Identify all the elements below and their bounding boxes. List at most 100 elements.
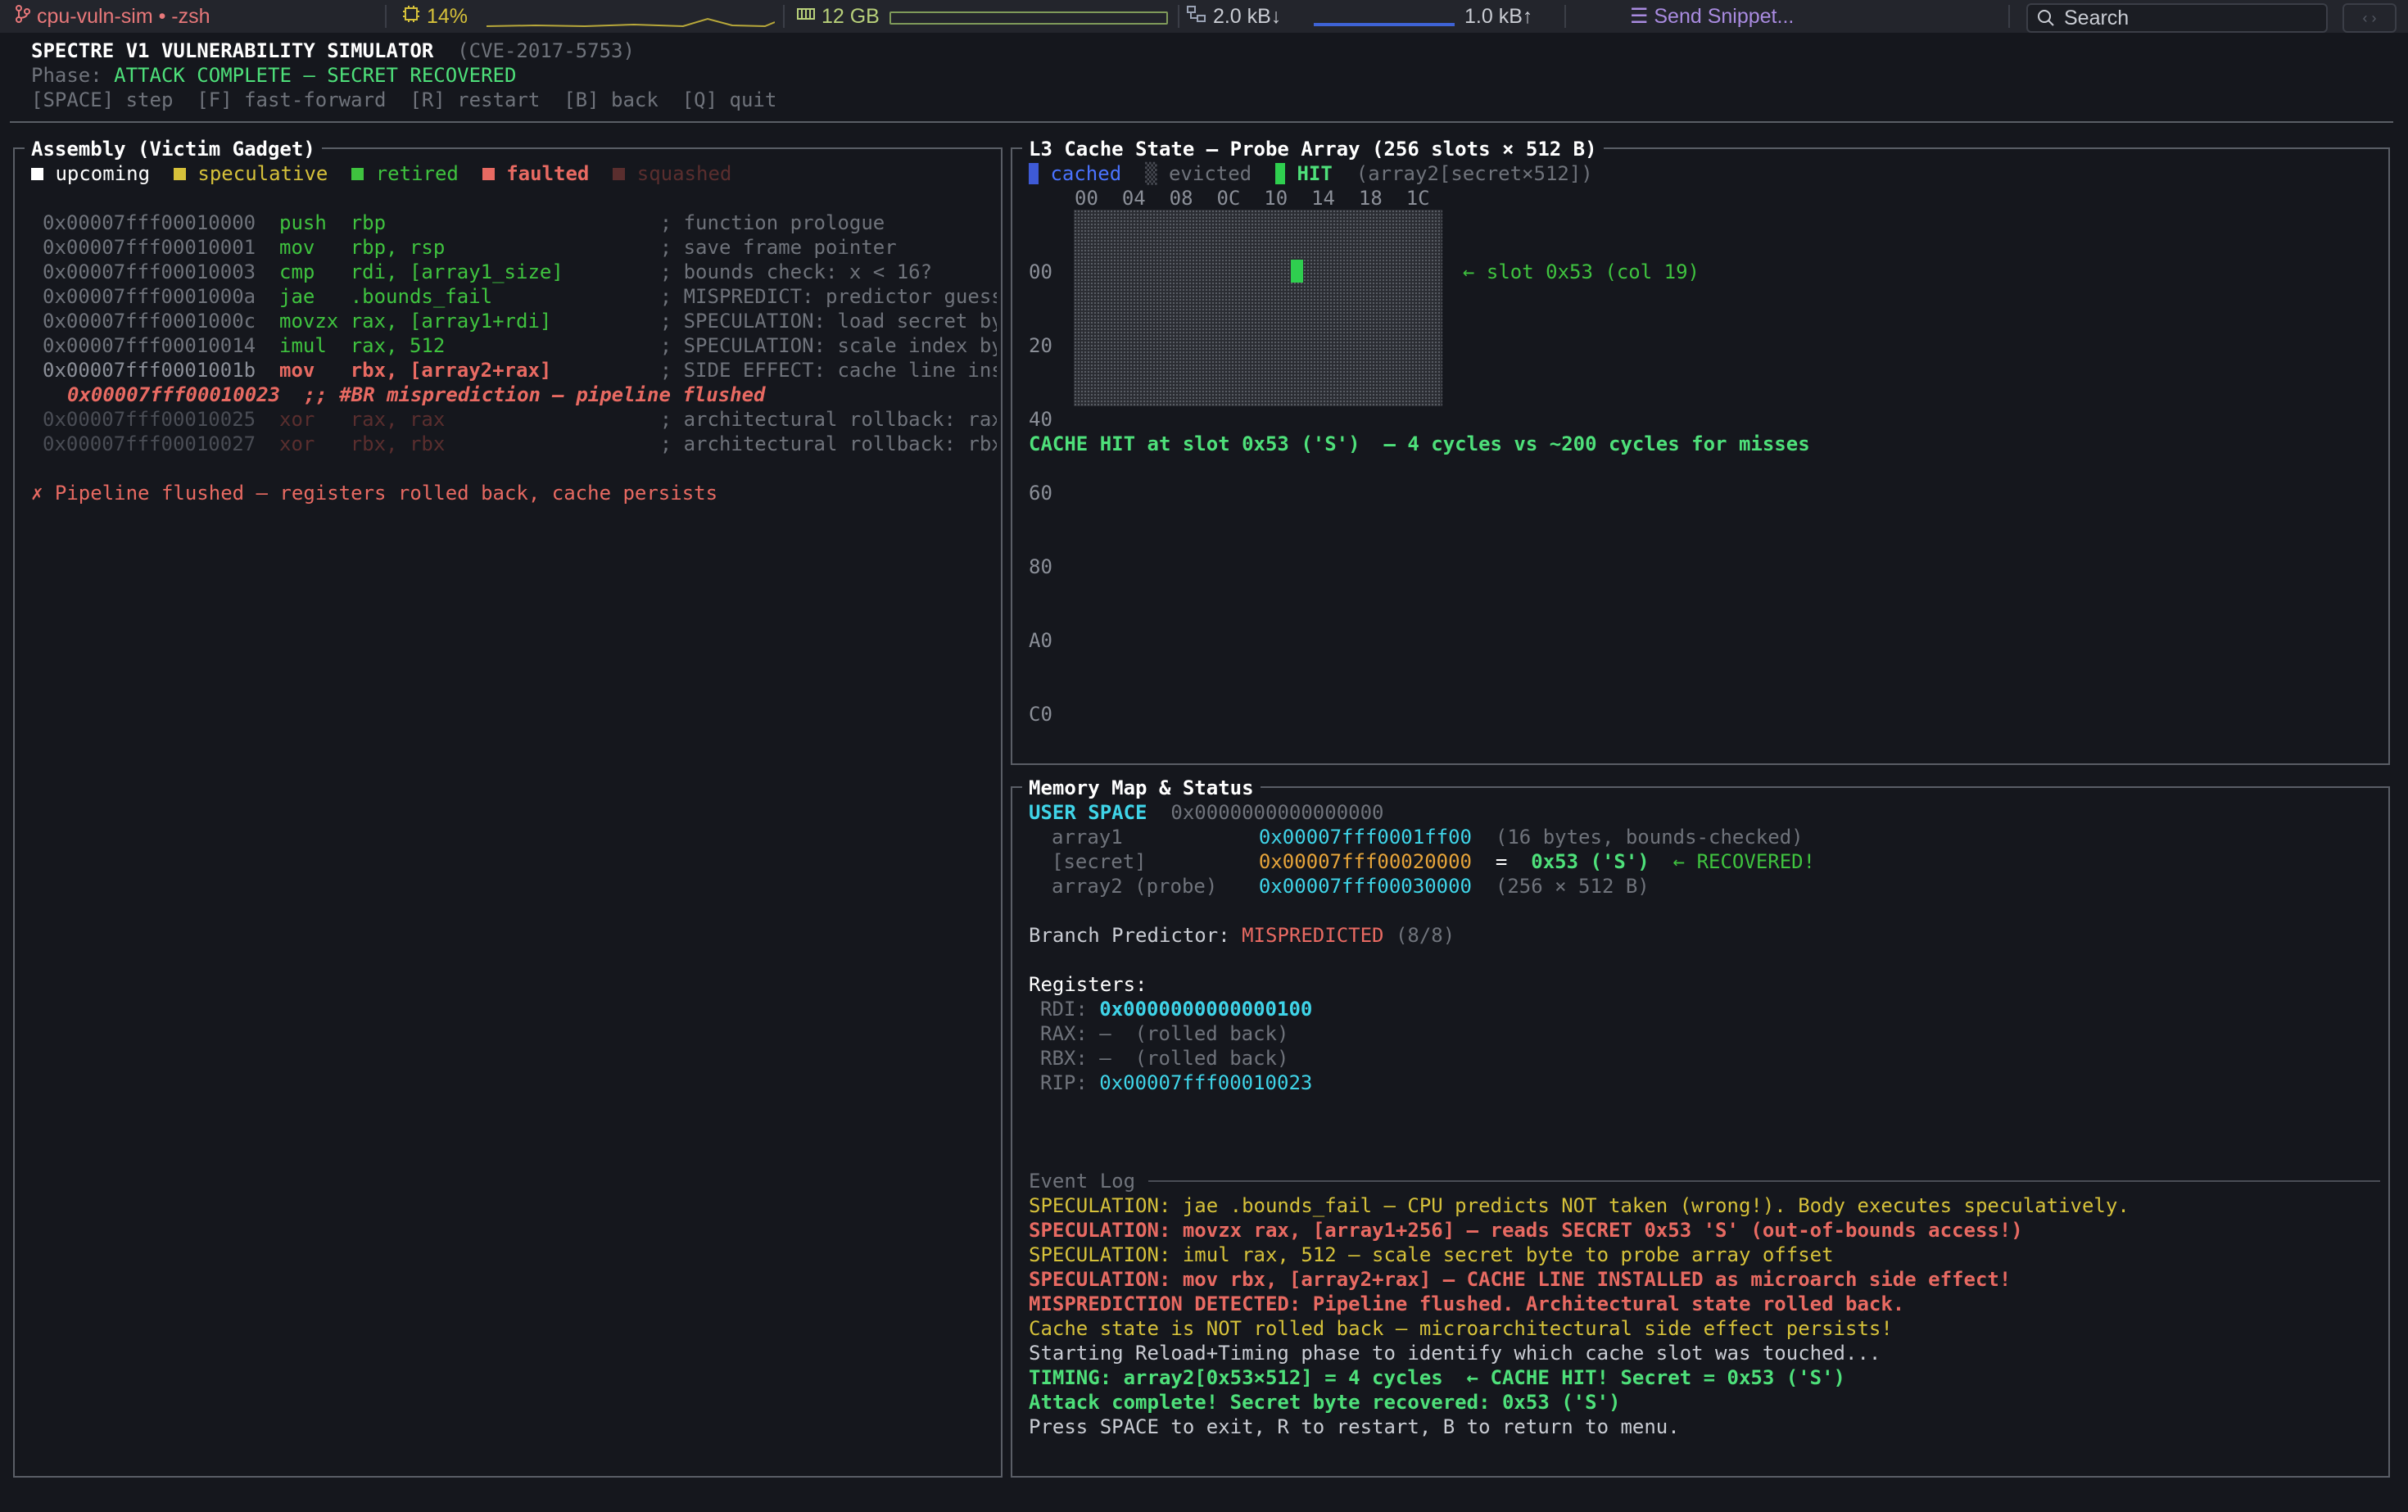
memory-title: Memory Map & Status: [1022, 776, 1261, 800]
memory-icon: [796, 1, 816, 34]
event-entry: Press SPACE to exit, R to restart, B to …: [1029, 1415, 1680, 1438]
menu-icon: ☰: [1630, 5, 1649, 28]
event-log-divider: [1148, 1180, 2380, 1182]
network-meter: 2.0 kB↓: [1186, 0, 1281, 33]
pane-nav-arrows[interactable]: ‹ ›: [2342, 3, 2397, 33]
cpu-icon: [401, 1, 421, 34]
register-rip: RIP: 0x00007fff00010023: [1040, 1071, 1313, 1094]
header-divider: [10, 121, 2393, 123]
user-space-addr: 0x0000000000000000: [1170, 801, 1384, 824]
col-header: 04: [1121, 187, 1146, 210]
assembly-listing: 0x00007fff00010000 push rbp; function pr…: [43, 211, 997, 456]
col-header: 1C: [1405, 187, 1430, 210]
fault-line: 0x00007fff00010023 ;; #BR misprediction …: [67, 383, 766, 406]
cpu-value: 14%: [426, 5, 468, 28]
cache-grid-evicted: [1074, 210, 1442, 406]
col-header: 10: [1264, 187, 1288, 210]
event-entry: Attack complete! Secret byte recovered: …: [1029, 1391, 1621, 1414]
phase-line: Phase: ATTACK COMPLETE — SECRET RECOVERE…: [31, 63, 516, 88]
branch-status: MISPREDICTED: [1242, 924, 1384, 947]
legend-evicted: ▒ evicted: [1145, 162, 1252, 185]
memory-bar: [889, 11, 1168, 25]
row-header: 20: [1029, 334, 1052, 357]
instruction-row[interactable]: 0x00007fff00010014 imul rax, 512; SPECUL…: [43, 333, 997, 358]
memory-entry-secret: [secret] 0x00007fff00020000 = 0x53 ('S')…: [1052, 850, 1816, 873]
search-placeholder: Search: [2064, 7, 2130, 29]
event-log-label: Event Log: [1029, 1170, 1136, 1193]
registers-label: Registers:: [1029, 973, 1147, 996]
memory-entry: array2 (probe) 0x00007fff00030000 (256 ×…: [1052, 875, 1650, 898]
instruction-row[interactable]: 0x00007fff00010001 mov rbp, rsp; save fr…: [43, 235, 997, 260]
col-header: 08: [1169, 187, 1193, 210]
register-rax: RAX: — (rolled back): [1040, 1022, 1289, 1045]
instruction-row[interactable]: 0x00007fff0001000c movzx rax, [array1+rd…: [43, 309, 997, 333]
memory-meter: 12 GB: [796, 0, 880, 33]
row-header: 00: [1029, 260, 1052, 283]
pipeline-flush-message: ✗ Pipeline flushed — registers rolled ba…: [31, 482, 718, 505]
instruction-row-squashed[interactable]: 0x00007fff00010027 xor rbx, rbx; archite…: [43, 432, 997, 456]
search-input[interactable]: Search: [2026, 3, 2328, 33]
row-header: 60: [1029, 482, 1052, 505]
legend-upcoming: upcoming: [31, 162, 150, 185]
cpu-sparkline: [487, 17, 775, 28]
legend-retired: retired: [351, 162, 459, 185]
hit-slot-annotation: ← slot 0x53 (col 19): [1463, 260, 1700, 283]
col-header: 00: [1075, 187, 1098, 210]
branch-count: (8/8): [1395, 924, 1455, 947]
branch-icon: [15, 1, 31, 34]
cache-title: L3 Cache State — Probe Array (256 slots …: [1022, 137, 1604, 161]
search-icon: [2036, 8, 2056, 34]
row-header: 40: [1029, 408, 1052, 431]
user-space-line: USER SPACE 0x0000000000000000: [1029, 800, 1384, 825]
assembly-legend: upcoming speculative retired faulted squ…: [31, 161, 731, 186]
memory-entries: array1 0x00007fff0001ff00 (16 bytes, bou…: [1052, 825, 1815, 899]
app-title: SPECTRE V1 VULNERABILITY SIMULATOR: [31, 39, 434, 62]
phase-value: ATTACK COMPLETE — SECRET RECOVERED: [114, 64, 517, 87]
legend-speculative: speculative: [173, 162, 328, 185]
event-entry: MISPREDICTION DETECTED: Pipeline flushed…: [1029, 1292, 1905, 1315]
cpu-meter: 14%: [401, 0, 468, 33]
row-header: C0: [1029, 703, 1052, 726]
col-header: 18: [1358, 187, 1383, 210]
event-entry: SPECULATION: imul rax, 512 — scale secre…: [1029, 1243, 1834, 1266]
branch-label: Branch Predictor:: [1029, 924, 1230, 947]
event-entry: SPECULATION: jae .bounds_fail — CPU pred…: [1029, 1194, 2130, 1217]
legend-cached: cached: [1029, 162, 1121, 185]
send-snippet-button[interactable]: ☰ Send Snippet...: [1630, 0, 1794, 33]
event-entry: SPECULATION: movzx rax, [array1+256] — r…: [1029, 1219, 2023, 1242]
event-entry: Cache state is NOT rolled back — microar…: [1029, 1317, 1893, 1340]
cache-row-headers: 00 20 40 60 80 A0 C0 E0: [1029, 211, 1052, 825]
legend-note: (array2[secret×512]): [1356, 162, 1593, 185]
user-space-label: USER SPACE: [1029, 801, 1147, 824]
instruction-row-faulted[interactable]: 0x00007fff0001001b mov rbx, [array2+rax]…: [43, 358, 997, 383]
assembly-title: Assembly (Victim Gadget): [25, 137, 322, 161]
col-header: 0C: [1216, 187, 1241, 210]
instruction-row[interactable]: 0x00007fff00010000 push rbp; function pr…: [43, 211, 997, 235]
keybindings-hint: [SPACE] step [F] fast-forward [R] restar…: [31, 88, 777, 111]
network-icon: [1186, 1, 1207, 34]
cache-hit-cell: [1291, 260, 1303, 283]
network-bar: [1314, 23, 1455, 26]
col-header: 14: [1311, 187, 1335, 210]
event-entry: TIMING: array2[0x53×512] = 4 cycles ← CA…: [1029, 1366, 1845, 1389]
instruction-row[interactable]: 0x00007fff0001000a jae .bounds_fail; MIS…: [43, 284, 997, 309]
cache-col-headers: 00 04 08 0C 10 14 18 1C: [1075, 186, 1430, 211]
branch-predictor-line: Branch Predictor: MISPREDICTED (8/8): [1029, 923, 1455, 948]
memory-entry: array1 0x00007fff0001ff00 (16 bytes, bou…: [1052, 826, 1804, 849]
cache-legend: cached ▒ evicted HIT (array2[secret×512]…: [1029, 161, 1593, 186]
app-header: SPECTRE V1 VULNERABILITY SIMULATOR (CVE-…: [31, 38, 635, 63]
row-header: 80: [1029, 555, 1052, 578]
terminal-title: cpu-vuln-sim • -zsh: [36, 5, 210, 28]
instruction-row[interactable]: 0x00007fff00010003 cmp rdi, [array1_size…: [43, 260, 997, 284]
legend-squashed: squashed: [613, 162, 731, 185]
legend-hit: HIT: [1275, 162, 1333, 185]
row-header: A0: [1029, 629, 1052, 652]
register-rbx: RBX: — (rolled back): [1040, 1047, 1289, 1070]
cache-hit-result: CACHE HIT at slot 0x53 ('S') — 4 cycles …: [1029, 432, 1810, 455]
terminal-tab[interactable]: cpu-vuln-sim • -zsh: [15, 0, 210, 33]
memory-value: 12 GB: [821, 5, 880, 28]
event-entry: SPECULATION: mov rbx, [array2+rax] — CAC…: [1029, 1268, 2012, 1291]
net-up-value: 1.0 kB↑: [1464, 5, 1533, 28]
legend-faulted: faulted: [482, 162, 589, 185]
instruction-row-squashed[interactable]: 0x00007fff00010025 xor rax, rax; archite…: [43, 407, 997, 432]
